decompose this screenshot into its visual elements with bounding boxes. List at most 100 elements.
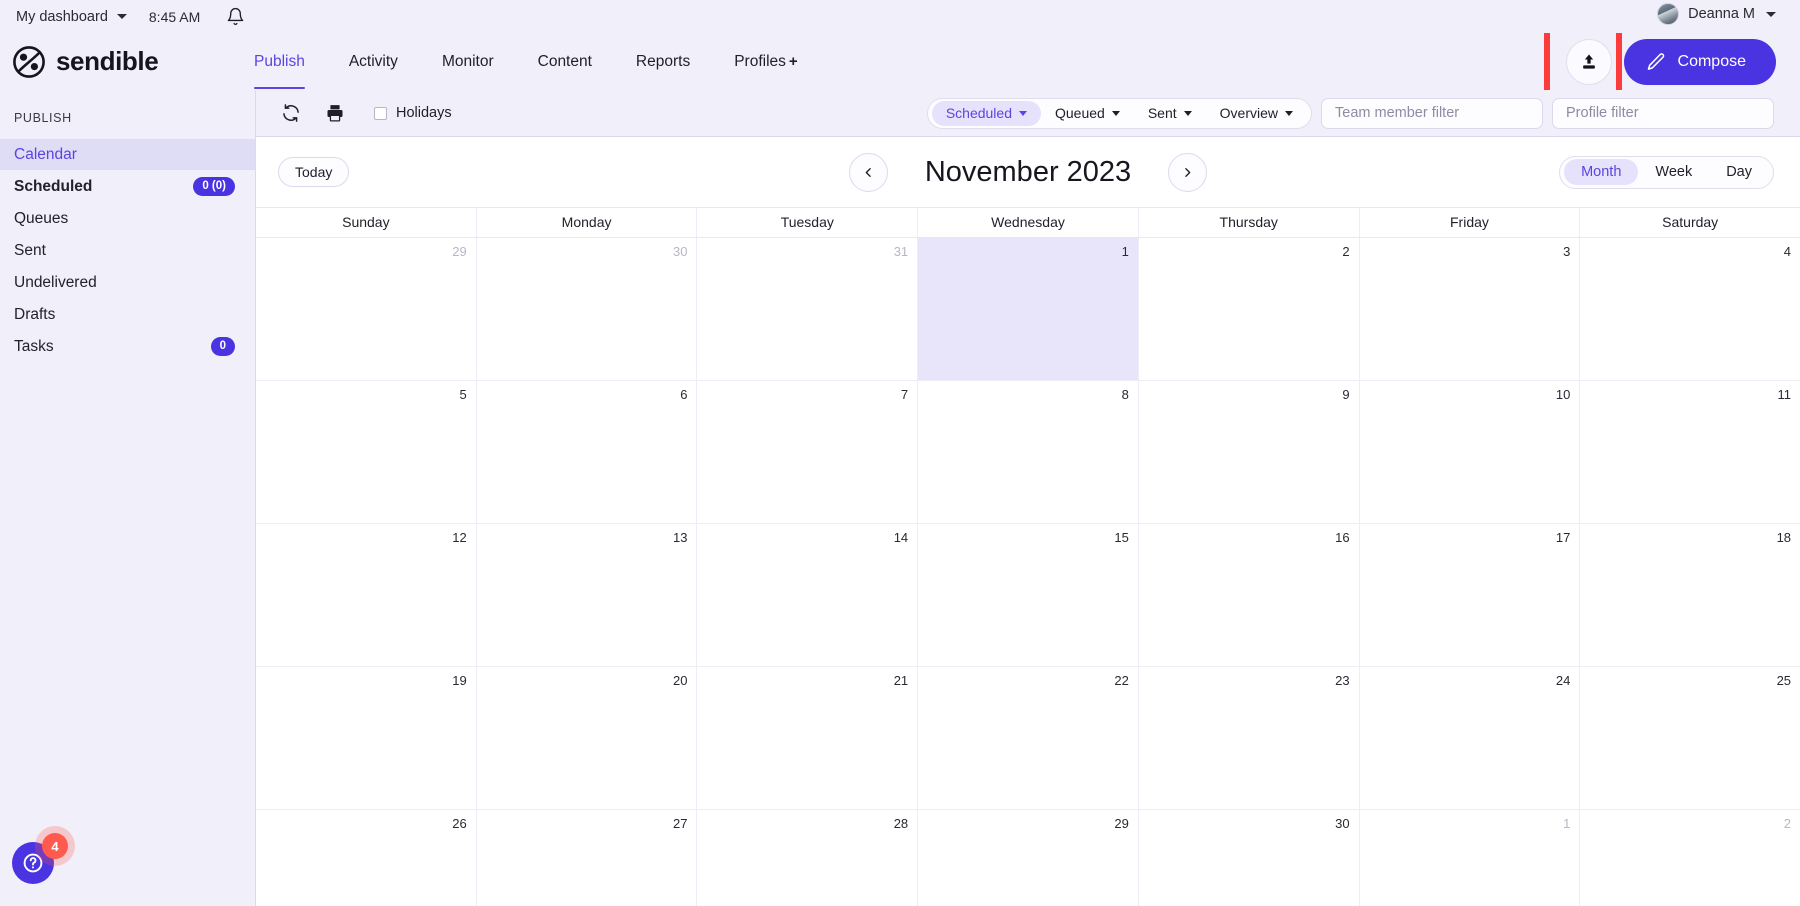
day-number: 3 xyxy=(1563,244,1571,259)
bell-icon[interactable] xyxy=(226,7,245,26)
day-number: 16 xyxy=(1335,530,1350,545)
sidebar-item-undelivered[interactable]: Undelivered xyxy=(0,267,255,298)
dropdown-queued[interactable]: Queued xyxy=(1041,101,1134,126)
upload-button-slot xyxy=(1543,23,1622,101)
sidebar-item-drafts[interactable]: Drafts xyxy=(0,299,255,330)
day-number: 21 xyxy=(893,673,909,688)
print-icon[interactable] xyxy=(318,96,352,130)
calendar-day-cell[interactable]: 4 xyxy=(1580,238,1800,380)
calendar-day-cell[interactable]: 18 xyxy=(1580,524,1800,666)
nav-label: Publish xyxy=(254,53,305,70)
calendar-day-cell[interactable]: 9 xyxy=(1138,381,1360,523)
dropdown-sent[interactable]: Sent xyxy=(1134,101,1206,126)
nav-label: Monitor xyxy=(441,53,494,70)
dropdown-label: Queued xyxy=(1055,105,1105,121)
next-month-button[interactable] xyxy=(1168,152,1207,192)
sidebar-item-label: Tasks xyxy=(14,337,54,355)
calendar-week-row: 29 30 31 1 2 3 4 xyxy=(256,238,1800,381)
calendar-day-cell[interactable]: 1 xyxy=(1359,810,1581,906)
view-month[interactable]: Month xyxy=(1564,159,1639,185)
dropdown-scheduled[interactable]: Scheduled xyxy=(931,100,1041,126)
prev-month-button[interactable] xyxy=(849,152,888,192)
profile-filter-input[interactable] xyxy=(1552,97,1774,129)
calendar-header: Today November 2023 Month Week Day xyxy=(256,137,1800,207)
calendar-day-cell[interactable]: 6 xyxy=(476,381,698,523)
calendar-day-cell[interactable]: 13 xyxy=(476,524,698,666)
day-number: 2 xyxy=(1783,816,1792,831)
calendar-day-cell[interactable]: 2 xyxy=(1580,810,1800,906)
calendar-week-row: 5 6 7 8 9 10 11 xyxy=(256,381,1800,524)
calendar-day-cell[interactable]: 26 xyxy=(256,810,477,906)
nav-item-content[interactable]: Content xyxy=(516,34,614,89)
nav-item-profiles[interactable]: Profiles + xyxy=(712,34,819,89)
calendar-day-cell[interactable]: 15 xyxy=(918,524,1139,666)
sidebar-item-queues[interactable]: Queues xyxy=(0,203,255,234)
nav-item-activity[interactable]: Activity xyxy=(327,34,420,89)
calendar-day-cell[interactable]: 17 xyxy=(1359,524,1581,666)
team-member-filter-input[interactable] xyxy=(1321,97,1543,129)
calendar-day-cell[interactable]: 29 xyxy=(918,810,1139,906)
calendar-day-cell[interactable]: 5 xyxy=(256,381,477,523)
calendar-day-cell[interactable]: 30 xyxy=(476,238,698,380)
calendar-day-cell[interactable]: 16 xyxy=(1138,524,1360,666)
calendar-day-cell[interactable]: 22 xyxy=(918,667,1139,809)
utility-bar: My dashboard 8:45 AM Deanna M xyxy=(0,0,1800,33)
calendar-day-cell[interactable]: 23 xyxy=(1138,667,1360,809)
sidebar-item-scheduled[interactable]: Scheduled 0 (0) xyxy=(0,171,255,202)
day-number: 20 xyxy=(672,673,688,688)
day-number: 17 xyxy=(1555,530,1571,545)
calendar-day-cell[interactable]: 19 xyxy=(256,667,477,809)
day-number: 26 xyxy=(452,816,467,831)
checkbox-box xyxy=(374,106,387,120)
calendar-day-cell[interactable]: 10 xyxy=(1359,381,1581,523)
page-title: November 2023 xyxy=(924,155,1132,188)
sidebar-item-sent[interactable]: Sent xyxy=(0,235,255,266)
calendar-day-cell[interactable]: 27 xyxy=(476,810,698,906)
dashboard-selector[interactable]: My dashboard xyxy=(16,9,127,25)
calendar-day-cell[interactable]: 29 xyxy=(256,238,477,380)
calendar-day-cell[interactable]: 12 xyxy=(256,524,477,666)
refresh-icon[interactable] xyxy=(274,96,308,130)
calendar-day-cell[interactable]: 30 xyxy=(1138,810,1360,906)
nav-label: Content xyxy=(537,53,592,70)
chevron-left-icon xyxy=(865,167,871,177)
brand-logo[interactable]: sendible xyxy=(12,45,224,79)
holidays-label: Holidays xyxy=(396,105,452,121)
view-week[interactable]: Week xyxy=(1638,159,1709,185)
nav-item-monitor[interactable]: Monitor xyxy=(420,34,516,89)
calendar-day-cell[interactable]: 11 xyxy=(1580,381,1800,523)
dropdown-overview[interactable]: Overview xyxy=(1206,101,1307,126)
nav-label: Profiles xyxy=(734,53,786,70)
view-day[interactable]: Day xyxy=(1709,159,1769,185)
today-button[interactable]: Today xyxy=(278,157,350,187)
user-menu[interactable]: Deanna M xyxy=(1657,3,1776,25)
calendar-day-cell[interactable]: 24 xyxy=(1359,667,1581,809)
calendar-day-cell[interactable]: 25 xyxy=(1580,667,1800,809)
calendar-day-cell[interactable]: 20 xyxy=(476,667,698,809)
sidebar-item-label: Sent xyxy=(14,241,46,259)
day-number: 13 xyxy=(672,530,688,545)
calendar-day-cell[interactable]: 3 xyxy=(1359,238,1581,380)
nav-item-reports[interactable]: Reports xyxy=(614,34,712,89)
holidays-checkbox[interactable]: Holidays xyxy=(374,105,452,121)
day-number: 15 xyxy=(1114,530,1129,545)
sidebar-item-calendar[interactable]: Calendar xyxy=(0,139,255,170)
day-number: 2 xyxy=(1342,244,1350,259)
sidebar-item-tasks[interactable]: Tasks 0 xyxy=(0,331,255,362)
calendar-day-cell[interactable]: 21 xyxy=(697,667,919,809)
nav-item-publish[interactable]: Publish xyxy=(232,34,327,89)
upload-button[interactable] xyxy=(1565,39,1612,85)
calendar-day-cell[interactable]: 28 xyxy=(697,810,919,906)
calendar-day-cell[interactable]: 14 xyxy=(697,524,919,666)
calendar-day-cell[interactable]: 7 xyxy=(697,381,919,523)
sendible-logo-icon xyxy=(12,45,46,79)
day-number: 19 xyxy=(452,673,467,688)
calendar-day-cell[interactable]: 2 xyxy=(1138,238,1360,380)
compose-button[interactable]: Compose xyxy=(1623,39,1776,85)
day-number: 23 xyxy=(1335,673,1350,688)
calendar-day-cell[interactable]: 8 xyxy=(918,381,1139,523)
day-number: 8 xyxy=(1121,387,1129,402)
calendar-day-cell[interactable]: 31 xyxy=(697,238,919,380)
calendar-day-cell[interactable]: 1 xyxy=(918,238,1139,380)
weekday-friday: Friday xyxy=(1360,208,1581,237)
